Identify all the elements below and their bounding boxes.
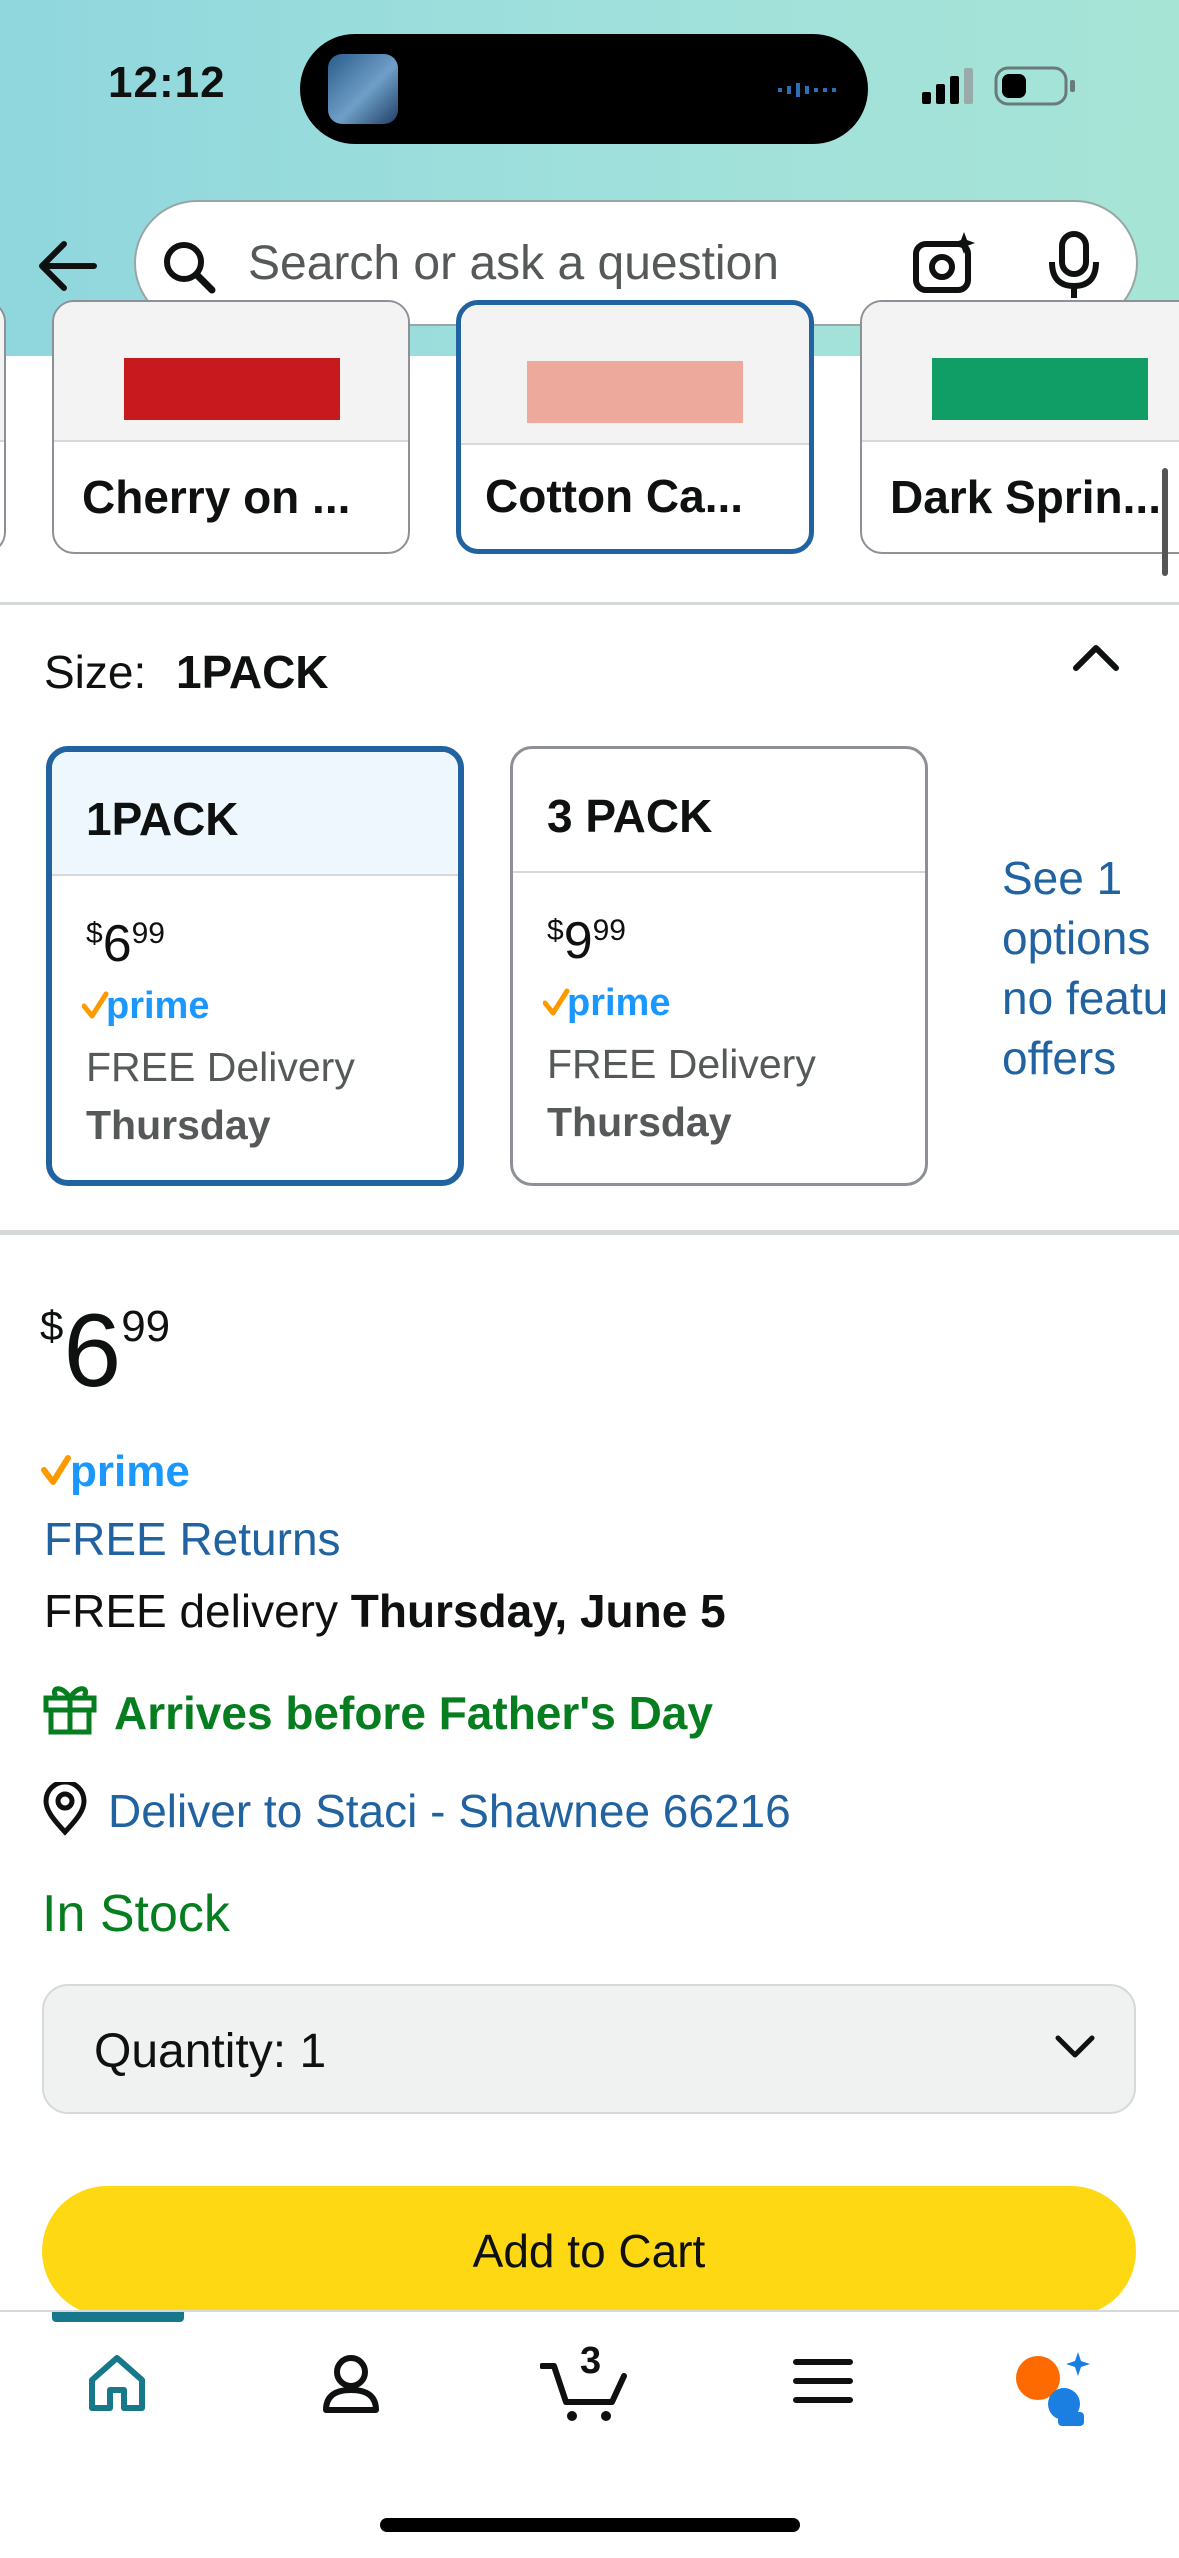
deliver-to-link[interactable]: Deliver to Staci - Shawnee 66216: [108, 1784, 791, 1838]
quantity-selector[interactable]: Quantity: 1: [42, 1984, 1136, 2114]
delivery-text: FREE Delivery: [86, 1044, 355, 1090]
color-swatch-cherry[interactable]: Cherry on ...: [52, 300, 410, 554]
chevron-down-icon: [1055, 2035, 1095, 2058]
audio-wave-icon: [778, 83, 836, 97]
search-input[interactable]: [246, 230, 930, 296]
size-option-1pack[interactable]: 1PACK $699 prime FREE Delivery Thursday: [46, 746, 464, 1186]
size-label: Size:: [44, 646, 147, 698]
collapse-chevron-up-icon[interactable]: [1068, 636, 1124, 676]
size-option-price: $999: [547, 912, 626, 970]
camera-search-icon[interactable]: [912, 230, 978, 296]
dynamic-island: [300, 34, 868, 144]
swatch-label: Cotton Ca...: [485, 470, 744, 522]
size-option-price: $699: [86, 915, 165, 973]
delivery-info: FREE delivery Thursday, June 5: [44, 1585, 726, 1637]
see-other-options-link[interactable]: See 1 options no featu offers: [1002, 848, 1179, 1088]
battery-icon: [994, 66, 1075, 106]
gift-message: Arrives before Father's Day: [114, 1687, 713, 1739]
delivery-day: Thursday: [547, 1099, 732, 1145]
prime-badge: prime: [542, 981, 693, 1032]
size-value: 1PACK: [176, 646, 329, 698]
size-option-title: 1PACK: [86, 793, 239, 845]
cart-count-badge: 3: [580, 2340, 602, 2382]
active-tab-indicator: [52, 2312, 184, 2322]
menu-icon[interactable]: [792, 2350, 854, 2412]
back-arrow-icon[interactable]: [36, 238, 100, 294]
prime-badge: prime: [81, 984, 232, 1035]
home-icon[interactable]: [84, 2350, 150, 2416]
color-swatch-partial[interactable]: [0, 300, 6, 554]
horizontal-scroll-indicator[interactable]: [1162, 468, 1168, 576]
prime-logo: prime: [40, 1447, 220, 1505]
add-to-cart-button[interactable]: Add to Cart: [42, 2186, 1136, 2316]
size-option-3pack[interactable]: 3 PACK $999 prime FREE Delivery Thursday: [510, 746, 928, 1186]
size-option-title: 3 PACK: [547, 790, 713, 842]
signal-icon: [922, 68, 973, 104]
home-indicator[interactable]: [380, 2518, 800, 2532]
quantity-value: 1: [299, 2025, 327, 2078]
microphone-icon[interactable]: [1046, 230, 1102, 300]
delivery-day: Thursday: [86, 1102, 271, 1148]
section-divider: [0, 1230, 1179, 1235]
color-swatch-dark-spring[interactable]: Dark Sprin...: [860, 300, 1179, 554]
stock-status: In Stock: [42, 1885, 230, 1943]
swatch-color-cotton-candy: [527, 361, 743, 423]
search-icon: [164, 242, 216, 294]
product-price: $699: [40, 1293, 171, 1409]
svg-text:prime: prime: [106, 985, 209, 1027]
svg-text:prime: prime: [70, 1448, 190, 1496]
rufus-assistant-icon[interactable]: [1014, 2350, 1094, 2430]
gift-icon: [43, 1686, 97, 1735]
divider: [0, 602, 1179, 605]
swatch-label: Dark Sprin...: [890, 471, 1161, 523]
swatch-color-dark-spring: [932, 358, 1148, 420]
color-swatch-cotton-candy[interactable]: Cotton Ca...: [456, 300, 814, 554]
delivery-text: FREE Delivery: [547, 1041, 816, 1087]
now-playing-thumbnail: [328, 54, 398, 124]
swatch-label: Cherry on ...: [82, 471, 351, 523]
swatch-color-cherry: [124, 358, 340, 420]
svg-text:prime: prime: [567, 982, 670, 1024]
quantity-label: Quantity:: [94, 2025, 287, 2078]
location-pin-icon: [43, 1782, 87, 1836]
free-returns-link[interactable]: FREE Returns: [44, 1512, 341, 1566]
account-icon[interactable]: [318, 2350, 384, 2416]
status-time: 12:12: [108, 58, 226, 107]
